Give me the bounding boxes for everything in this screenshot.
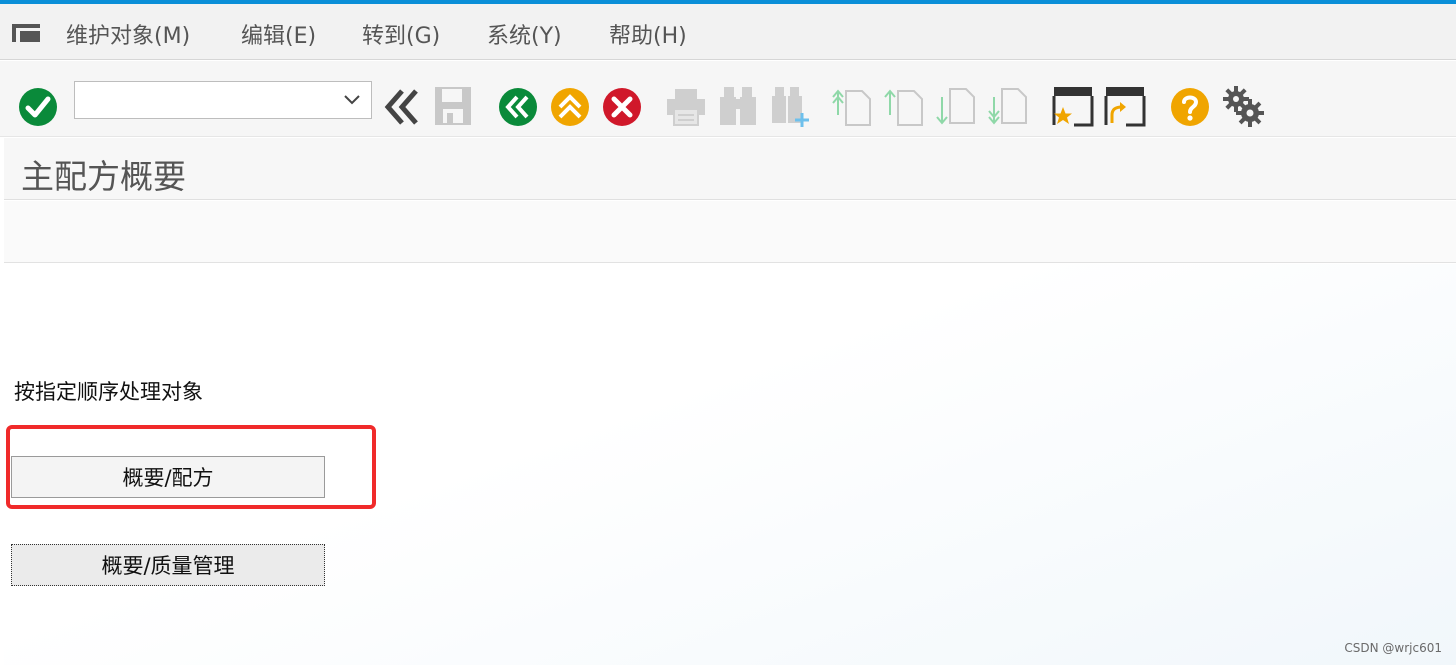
first-page-icon[interactable] [832, 85, 872, 127]
collapse-icon[interactable] [382, 87, 422, 127]
menu-edit[interactable]: 编辑(E) [241, 18, 316, 50]
menu-maintain-object[interactable]: 维护对象(M) [66, 18, 190, 50]
application-toolbar [4, 201, 1456, 263]
back-icon[interactable] [498, 87, 538, 127]
shortcut-icon[interactable] [1104, 85, 1146, 127]
settings-icon[interactable] [1222, 85, 1264, 127]
menu-bar: 维护对象(M) 编辑(E) 转到(G) 系统(Y) 帮助(H) [0, 4, 1456, 60]
watermark: CSDN @wrjc601 [1344, 641, 1442, 655]
menu-goto[interactable]: 转到(G) [362, 18, 440, 50]
save-icon[interactable] [433, 85, 473, 127]
last-page-icon[interactable] [988, 85, 1028, 127]
page-title: 主配方概要 [21, 157, 186, 196]
toolbar [0, 61, 1456, 137]
print-icon[interactable] [665, 87, 707, 127]
title-bar: 主配方概要 [4, 138, 1456, 200]
chevron-down-icon[interactable] [343, 92, 361, 108]
previous-page-icon[interactable] [884, 85, 924, 127]
menu-system[interactable]: 系统(Y) [487, 18, 562, 50]
help-icon[interactable] [1170, 87, 1210, 127]
create-session-icon[interactable] [1052, 85, 1094, 127]
next-page-icon[interactable] [936, 85, 976, 127]
exit-icon[interactable] [550, 87, 590, 127]
overview-quality-button[interactable]: 概要/质量管理 [11, 544, 325, 586]
cancel-icon[interactable] [602, 87, 642, 127]
menu-help[interactable]: 帮助(H) [609, 18, 687, 50]
menu-icon[interactable] [12, 22, 42, 44]
command-field[interactable] [74, 81, 372, 119]
enter-icon[interactable] [18, 87, 58, 127]
instruction-label: 按指定顺序处理对象 [14, 380, 203, 404]
find-next-icon[interactable] [770, 85, 810, 129]
overview-recipe-button[interactable]: 概要/配方 [11, 456, 325, 498]
find-icon[interactable] [718, 85, 758, 127]
main-content: 按指定顺序处理对象 概要/配方 概要/质量管理 CSDN @wrjc601 [4, 264, 1456, 665]
